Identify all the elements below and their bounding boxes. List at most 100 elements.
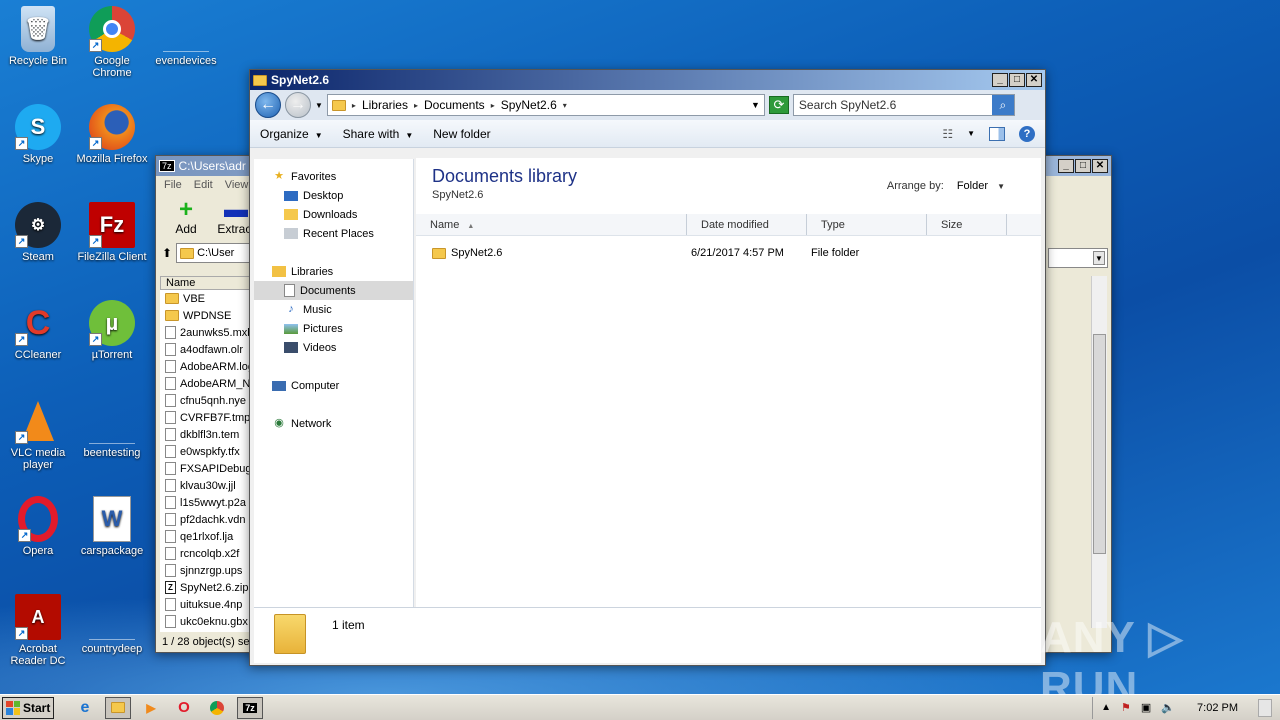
file-row[interactable]: SpyNet2.6 6/21/2017 4:57 PM File folder	[416, 242, 1041, 264]
search-icon[interactable]: ⌕	[991, 95, 1014, 115]
breadcrumb-separator-icon[interactable]: ▸	[491, 101, 495, 110]
zip-list-item[interactable]: klvau30w.jjl	[160, 477, 250, 494]
maximize-button[interactable]: □	[1075, 159, 1091, 173]
add-button[interactable]: + Add	[166, 194, 206, 242]
desktop-icon-steam[interactable]: ⚙ ↗ Steam	[0, 202, 76, 263]
7zip-icon[interactable]: 7z	[237, 696, 263, 719]
show-desktop-button[interactable]	[1258, 698, 1272, 717]
breadcrumb-libraries[interactable]: Libraries	[362, 98, 408, 112]
zip-path-dropdown[interactable]: ▼	[1048, 248, 1108, 268]
nav-item-downloads[interactable]: Downloads	[254, 205, 413, 224]
arrange-by-value[interactable]: Folder	[957, 180, 988, 192]
recent-pages-chevron-icon[interactable]: ▼	[315, 101, 323, 110]
nav-item-desktop[interactable]: Desktop	[254, 186, 413, 205]
zip-list-item[interactable]: l1s5wwyt.p2a	[160, 494, 250, 511]
new-folder-button[interactable]: New folder	[433, 127, 490, 141]
zip-list-item[interactable]: uituksue.4np	[160, 596, 250, 613]
view-options-icon[interactable]: ☷	[942, 127, 953, 141]
preview-pane-icon[interactable]	[989, 126, 1005, 141]
close-button[interactable]: ✕	[1026, 73, 1042, 87]
zip-list-item[interactable]: 2aunwks5.mxb	[160, 324, 250, 341]
menu-edit[interactable]: Edit	[194, 179, 213, 191]
action-center-icon[interactable]: ⚑	[1121, 701, 1131, 714]
zip-list-item[interactable]: FXSAPIDebugl	[160, 460, 250, 477]
share-with-button[interactable]: Share with ▼	[343, 127, 414, 141]
desktop-icon-recycle-bin[interactable]: 🗑 Recycle Bin	[0, 6, 76, 67]
organize-button[interactable]: Organize ▼	[260, 127, 323, 141]
zip-list-item[interactable]: sjnnzrgp.ups	[160, 562, 250, 579]
help-icon[interactable]: ?	[1019, 125, 1035, 142]
zip-list-item[interactable]: WPDNSE	[160, 307, 250, 324]
chevron-down-icon[interactable]: ▼	[967, 129, 975, 138]
arrange-by[interactable]: Arrange by: Folder ▼	[887, 180, 1005, 192]
chrome-icon[interactable]	[204, 697, 230, 719]
zip-path-input[interactable]: C:\User	[176, 243, 257, 263]
opera-icon[interactable]: O	[171, 697, 197, 719]
zip-list-item[interactable]: dkblfl3n.tem	[160, 426, 250, 443]
zip-list-item[interactable]: VBE	[160, 290, 250, 307]
chevron-down-icon[interactable]: ▼	[997, 182, 1005, 191]
nav-item-network[interactable]: ◉ Network	[254, 414, 413, 433]
zip-file-list[interactable]: Name VBE WPDNSE 2aunwks5.mxb a4odfawn.olr Ad…	[160, 276, 250, 632]
desktop-icon-ccleaner[interactable]: C ↗ CCleaner	[0, 300, 76, 362]
column-name[interactable]: Name ▲	[416, 214, 687, 235]
zip-list-item[interactable]: e0wspkfy.tfx	[160, 443, 250, 460]
column-date-modified[interactable]: Date modified	[687, 214, 807, 235]
minimize-button[interactable]: _	[992, 73, 1008, 87]
breadcrumb-separator-icon[interactable]: ▸	[414, 101, 418, 110]
desktop-icon-acrobat[interactable]: A ↗ Acrobat Reader DC	[0, 594, 76, 667]
zip-list-item[interactable]: Z SpyNet2.6.zip	[160, 579, 250, 596]
clock[interactable]: 7:02 PM	[1197, 702, 1238, 714]
breadcrumb-documents[interactable]: Documents	[424, 98, 485, 112]
zip-list-item[interactable]: rcncolqb.x2f	[160, 545, 250, 562]
menu-view[interactable]: View	[225, 179, 249, 191]
show-hidden-icons-icon[interactable]: ▲	[1101, 702, 1111, 713]
internet-explorer-icon[interactable]: e	[72, 697, 98, 719]
breadcrumb-separator-icon[interactable]: ▾	[563, 101, 567, 110]
zip-scrollbar[interactable]	[1091, 276, 1107, 628]
desktop-icon-chrome[interactable]: ↗ Google Chrome	[74, 6, 150, 79]
chevron-down-icon[interactable]: ▼	[751, 100, 760, 110]
nav-item-recent-places[interactable]: Recent Places	[254, 224, 413, 243]
zip-list-item[interactable]: CVRFB7F.tmp	[160, 409, 250, 426]
explorer-window[interactable]: SpyNet2.6 _ □ ✕ ← → ▼ ▸ Libraries ▸ Docu…	[249, 69, 1046, 666]
maximize-button[interactable]: □	[1009, 73, 1025, 87]
start-button[interactable]: Start	[2, 696, 54, 719]
back-button[interactable]: ←	[255, 92, 281, 118]
zip-list-item[interactable]: ukc0eknu.gbx	[160, 613, 250, 630]
nav-item-computer[interactable]: Computer	[254, 376, 413, 395]
desktop-icon-carspackage[interactable]: W carspackage	[74, 496, 150, 557]
desktop-icon-evendevices[interactable]: evendevices	[148, 6, 224, 67]
desktop-icon-countrydeep[interactable]: countrydeep	[74, 594, 150, 655]
desktop-icon-opera[interactable]: ↗ Opera	[0, 496, 76, 557]
zip-list-item[interactable]: cfnu5qnh.nye	[160, 392, 250, 409]
navigation-pane[interactable]: ★ Favorites Desktop Downloads Recent Plac…	[254, 159, 414, 609]
scrollbar-thumb[interactable]	[1093, 334, 1106, 554]
desktop-icon-utorrent[interactable]: µ ↗ µTorrent	[74, 300, 150, 361]
close-button[interactable]: ✕	[1092, 159, 1108, 173]
nav-item-libraries[interactable]: Libraries	[254, 262, 413, 281]
address-bar[interactable]: ▸ Libraries ▸ Documents ▸ SpyNet2.6 ▾ ▼	[326, 94, 765, 116]
nav-item-videos[interactable]: Videos	[254, 338, 413, 357]
up-folder-icon[interactable]: ⬆	[162, 246, 172, 260]
menu-file[interactable]: File	[164, 179, 182, 191]
zip-list-item[interactable]: qe1rlxof.lja	[160, 528, 250, 545]
zip-list-item[interactable]: AdobeARM.log	[160, 358, 250, 375]
column-size[interactable]: Size	[927, 214, 1007, 235]
search-input[interactable]: Search SpyNet2.6 ⌕	[792, 94, 1015, 116]
nav-item-favorites[interactable]: ★ Favorites	[254, 167, 413, 186]
zip-list-item[interactable]: AdobeARM_Nc	[160, 375, 250, 392]
zip-list-item[interactable]: pf2dachk.vdn	[160, 511, 250, 528]
content-pane[interactable]: Documents library SpyNet2.6 Arrange by: …	[416, 158, 1041, 609]
breadcrumb-spynet[interactable]: SpyNet2.6	[501, 98, 557, 112]
explorer-folder-icon[interactable]	[105, 696, 131, 719]
desktop-icon-skype[interactable]: S ↗ Skype	[0, 104, 76, 165]
nav-item-documents[interactable]: Documents	[254, 281, 413, 300]
media-player-icon[interactable]: ▶	[138, 697, 164, 719]
forward-button[interactable]: →	[285, 92, 311, 118]
desktop-icon-filezilla[interactable]: Fz ↗ FileZilla Client	[74, 202, 150, 263]
explorer-titlebar[interactable]: SpyNet2.6 _ □ ✕	[250, 70, 1045, 90]
refresh-button[interactable]: ⟳	[768, 96, 789, 114]
nav-item-pictures[interactable]: Pictures	[254, 319, 413, 338]
desktop-icon-vlc[interactable]: ↗ VLC media player	[0, 398, 76, 471]
